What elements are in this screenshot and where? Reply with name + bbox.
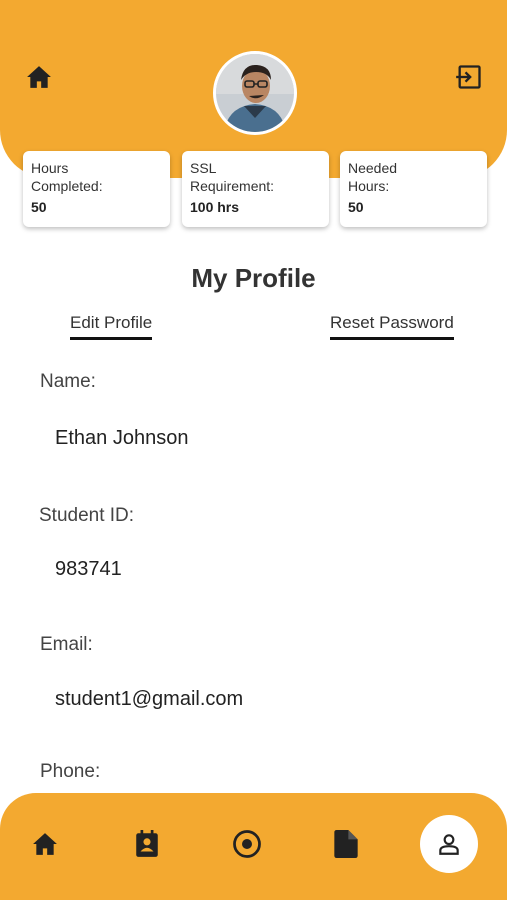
student-id-value: 983741 bbox=[55, 558, 122, 580]
stat-label: SSL Requirement: bbox=[190, 159, 321, 195]
stat-label-line: SSL bbox=[190, 160, 217, 176]
nav-home-icon[interactable] bbox=[16, 815, 74, 873]
bottom-nav bbox=[0, 793, 507, 900]
avatar[interactable] bbox=[213, 51, 297, 135]
stat-card-needed-hours: Needed Hours: 50 bbox=[340, 151, 487, 227]
stat-label: Needed Hours: bbox=[348, 159, 479, 195]
nav-target-icon[interactable] bbox=[218, 815, 276, 873]
nav-person-icon[interactable] bbox=[420, 815, 478, 873]
stat-card-hours-completed: Hours Completed: 50 bbox=[23, 151, 170, 227]
phone-label: Phone: bbox=[40, 761, 101, 782]
logout-icon[interactable] bbox=[454, 62, 484, 92]
stat-label-line: Hours bbox=[31, 160, 69, 176]
stat-label-line: Completed: bbox=[31, 178, 103, 194]
stat-value: 50 bbox=[31, 199, 47, 215]
edit-profile-link[interactable]: Edit Profile bbox=[70, 313, 153, 340]
nav-document-icon[interactable] bbox=[317, 815, 375, 873]
stat-label-line: Requirement: bbox=[190, 178, 275, 194]
stat-label: Hours Completed: bbox=[31, 159, 162, 195]
stat-label-line: Hours: bbox=[348, 178, 390, 194]
page-title: My Profile bbox=[191, 263, 316, 293]
stat-card-ssl-requirement: SSL Requirement: 100 hrs bbox=[182, 151, 329, 227]
email-value: student1@gmail.com bbox=[55, 688, 244, 710]
name-label: Name: bbox=[40, 371, 96, 392]
reset-password-link[interactable]: Reset Password bbox=[330, 313, 454, 340]
name-value: Ethan Johnson bbox=[55, 427, 189, 449]
student-id-label: Student ID: bbox=[39, 505, 135, 526]
stat-value: 100 hrs bbox=[190, 199, 240, 215]
email-label: Email: bbox=[40, 634, 93, 655]
nav-calendar-contact-icon[interactable] bbox=[118, 815, 176, 873]
stat-value: 50 bbox=[348, 199, 364, 215]
home-icon[interactable] bbox=[24, 62, 54, 92]
stat-label-line: Needed bbox=[348, 160, 398, 176]
